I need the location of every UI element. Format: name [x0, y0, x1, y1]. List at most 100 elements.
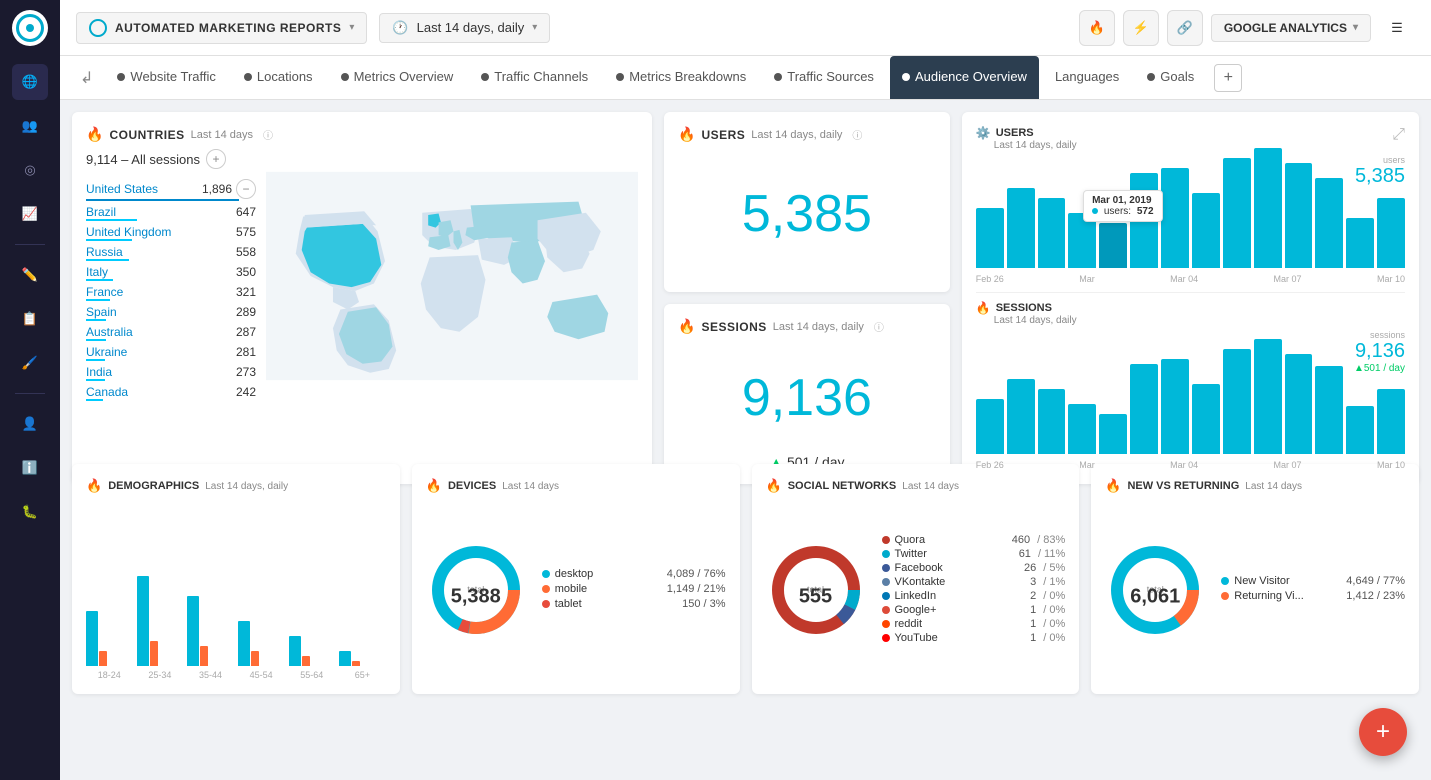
tab-traffic-channels[interactable]: Traffic Channels [469, 56, 600, 100]
country-name-fr[interactable]: France [86, 285, 123, 299]
devices-legend-desktop: desktop 4,089 / 76% [542, 568, 726, 580]
sidebar-icon-brush[interactable]: 🖌️ [12, 345, 48, 381]
country-value-fr: 321 [236, 285, 256, 299]
demo-title: DEMOGRAPHICS [108, 480, 199, 492]
country-name-uk[interactable]: United Kingdom [86, 225, 171, 239]
country-value-uk: 575 [236, 225, 256, 239]
share-button[interactable]: 🔗 [1167, 10, 1203, 46]
sidebar-icon-line[interactable]: 📈 [12, 196, 48, 232]
nav-back-button[interactable]: ↲ [72, 68, 101, 88]
sessions-bar-chart-container: Feb 26 Mar Mar 04 Mar 07 Mar 10 [976, 376, 1405, 470]
sidebar-icon-globe[interactable]: 🌐 [12, 64, 48, 100]
flame-button[interactable]: 🔥 [1079, 10, 1115, 46]
sidebar: 🌐 👥 ◎ 📈 ✏️ 📋 🖌️ 👤 ℹ️ 🐛 [0, 0, 60, 780]
menu-button[interactable]: ☰ [1379, 10, 1415, 46]
country-value-ru: 558 [236, 245, 256, 259]
devices-total-value: 5,388 [451, 585, 501, 608]
user-bar-6 [1161, 168, 1189, 268]
demo-bar-orange-1 [150, 641, 158, 666]
date-selector[interactable]: 🕐 Last 14 days, daily ▾ [379, 13, 550, 43]
tab-metrics-overview[interactable]: Metrics Overview [329, 56, 466, 100]
sidebar-divider [15, 244, 45, 245]
users-chart-big-value: 5,385 [1355, 165, 1405, 188]
demo-bar-blue-0 [86, 611, 98, 666]
tab-locations[interactable]: Locations [232, 56, 325, 100]
tab-metrics-breakdowns[interactable]: Metrics Breakdowns [604, 56, 758, 100]
demo-bar-blue-1 [137, 576, 149, 666]
country-name-ru[interactable]: Russia [86, 245, 123, 259]
app-logo[interactable] [12, 10, 48, 46]
country-name-ca[interactable]: Canada [86, 385, 128, 399]
fire-icon: 🔥 [86, 126, 103, 143]
charts-card: ⚙️ USERS Last 14 days, daily ⤢ users 5, [962, 112, 1419, 484]
desktop-dot [542, 570, 550, 578]
dashboard: 🔥 COUNTRIES Last 14 days ⓘ 9,114 – All s… [60, 100, 1431, 780]
sidebar-icon-bug[interactable]: 🐛 [12, 494, 48, 530]
social-total-value: 555 [799, 585, 832, 608]
desktop-val: 4,089 / 76% [667, 568, 726, 580]
sessions-chart-subtitle: Last 14 days, daily [994, 315, 1077, 326]
add-tab-button[interactable]: + [1214, 64, 1242, 92]
country-row-uk: United Kingdom 575 [86, 223, 256, 243]
tablet-val: 150 / 3% [682, 598, 725, 610]
users-sessions-stack: 🔥 USERS Last 14 days, daily ⓘ 5,385 🔥 SE… [664, 112, 950, 484]
country-row-in: India 273 [86, 363, 256, 383]
countries-info-icon[interactable]: ⓘ [263, 127, 273, 142]
tab-goals[interactable]: Goals [1135, 56, 1206, 100]
country-bar-in [86, 379, 105, 381]
sidebar-icon-chart[interactable]: ◎ [12, 152, 48, 188]
social-name-5: Google+ [895, 604, 1026, 616]
social-val-0: 460 [1012, 534, 1030, 546]
bug-button[interactable]: ⚡ [1123, 10, 1159, 46]
brand-selector[interactable]: AUTOMATED MARKETING REPORTS ▾ [76, 12, 367, 44]
tab-audience-overview[interactable]: Audience Overview [890, 56, 1039, 100]
users-metric-info[interactable]: ⓘ [852, 127, 862, 142]
countries-title: COUNTRIES [109, 128, 184, 142]
ga-selector[interactable]: GOOGLE ANALYTICS ▾ [1211, 14, 1371, 42]
world-map-svg [266, 149, 638, 403]
fire-icon-social: 🔥 [766, 478, 782, 494]
country-name-br[interactable]: Brazil [86, 205, 116, 219]
collapse-button-us[interactable]: − [236, 179, 256, 199]
sessions-metric-info[interactable]: ⓘ [874, 319, 884, 334]
demo-x-label-0: 18-24 [86, 670, 133, 680]
tab-website-traffic[interactable]: Website Traffic [105, 56, 228, 100]
country-bar-br [86, 219, 137, 221]
sidebar-icon-info[interactable]: ℹ️ [12, 450, 48, 486]
sidebar-icon-clip[interactable]: 📋 [12, 301, 48, 337]
social-val-2: 26 [1024, 562, 1036, 574]
country-name-es[interactable]: Spain [86, 305, 117, 319]
country-name-it[interactable]: Italy [86, 265, 108, 279]
tab-traffic-sources[interactable]: Traffic Sources [762, 56, 886, 100]
expand-button[interactable]: + [206, 149, 226, 169]
country-name-ua[interactable]: Ukraine [86, 345, 127, 359]
social-legend: Quora460/ 83%Twitter61/ 11%Facebook26/ 5… [882, 534, 1066, 646]
country-row-br: Brazil 647 [86, 203, 256, 223]
country-bar-ua [86, 359, 105, 361]
social-val-1: 61 [1019, 548, 1031, 560]
sidebar-icon-users[interactable]: 👥 [12, 108, 48, 144]
expand-icon-users[interactable]: ⤢ [1392, 126, 1405, 143]
new-vs-returning-card: 🔥 NEW VS RETURNING Last 14 days total 6,… [1091, 464, 1419, 694]
tab-languages[interactable]: Languages [1043, 56, 1131, 100]
tab-label: Goals [1160, 69, 1194, 84]
tablet-dot [542, 600, 550, 608]
menu-icon: ☰ [1391, 20, 1403, 36]
sessions-chart-header: 🔥 SESSIONS Last 14 days, daily [976, 301, 1405, 326]
country-value-it: 350 [236, 265, 256, 279]
users-metric-subtitle: Last 14 days, daily [751, 129, 842, 141]
fab-button[interactable]: + [1359, 708, 1407, 756]
tooltip-date: Mar 01, 2019 [1092, 195, 1153, 206]
country-name-us[interactable]: United States [86, 182, 158, 196]
row2: 🔥 DEMOGRAPHICS Last 14 days, daily 18-24… [72, 464, 1419, 694]
mobile-val: 1,149 / 21% [667, 583, 726, 595]
tab-dot [1147, 73, 1155, 81]
demo-subtitle: Last 14 days, daily [205, 481, 288, 492]
sidebar-icon-person[interactable]: 👤 [12, 406, 48, 442]
fire-icon-sessions: 🔥 [678, 318, 695, 335]
sidebar-icon-edit[interactable]: ✏️ [12, 257, 48, 293]
country-name-in[interactable]: India [86, 365, 112, 379]
country-bar-ca [86, 399, 103, 401]
social-name-4: LinkedIn [895, 590, 1026, 602]
country-name-au[interactable]: Australia [86, 325, 133, 339]
